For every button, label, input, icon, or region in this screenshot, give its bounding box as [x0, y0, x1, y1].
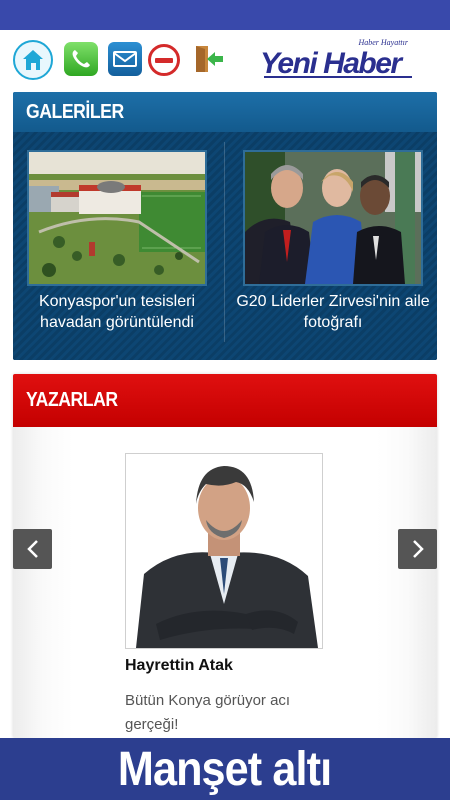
- status-bar: [0, 0, 450, 30]
- chevron-right-icon: [412, 540, 424, 558]
- author-photo[interactable]: [125, 453, 323, 649]
- carousel-next-button[interactable]: [398, 529, 437, 569]
- authors-carousel: Hayrettin Atak Bütün Konya görüyor acı g…: [13, 427, 437, 738]
- chevron-left-icon: [26, 540, 38, 558]
- gallery-thumbnail[interactable]: [243, 150, 423, 286]
- carousel-prev-button[interactable]: [13, 529, 52, 569]
- phone-icon[interactable]: [64, 42, 98, 76]
- authors-section: YAZARLAR Hayrettin Atak Bütün Konya görü…: [13, 374, 437, 738]
- exit-icon[interactable]: [192, 42, 226, 76]
- top-toolbar: Haber Hayattır Yeni Haber: [0, 30, 450, 92]
- authors-header: YAZARLAR: [13, 374, 437, 427]
- block-icon[interactable]: [148, 44, 180, 76]
- mail-icon[interactable]: [108, 42, 142, 76]
- logo-tagline: Haber Hayattır: [358, 38, 408, 47]
- home-icon[interactable]: [13, 40, 53, 80]
- author-excerpt[interactable]: Bütün Konya görüyor acı gerçeği!: [125, 689, 325, 737]
- bottom-banner[interactable]: Manşet altı: [0, 738, 450, 800]
- authors-title: YAZARLAR: [26, 389, 118, 411]
- gallery-item-konyaspor[interactable]: Konyaspor'un tesisleri havadan görüntüle…: [27, 150, 207, 333]
- gallery-caption[interactable]: G20 Liderler Zirvesi'nin aile fotoğrafı: [234, 291, 432, 333]
- logo-underline: [264, 76, 412, 78]
- gallery-item-g20[interactable]: G20 Liderler Zirvesi'nin aile fotoğrafı: [236, 150, 430, 333]
- galleries-title: GALERİLER: [26, 100, 124, 123]
- banner-text: Manşet altı: [118, 742, 332, 796]
- galleries-divider: [224, 142, 225, 342]
- gallery-caption[interactable]: Konyaspor'un tesisleri havadan görüntüle…: [18, 291, 216, 333]
- galleries-header: GALERİLER: [13, 92, 437, 132]
- gallery-thumbnail[interactable]: [27, 150, 207, 286]
- galleries-section: GALERİLER Konyaspor'un tesisleri havadan…: [13, 92, 437, 360]
- site-logo[interactable]: Haber Hayattır Yeni Haber: [258, 36, 418, 80]
- author-name[interactable]: Hayrettin Atak: [125, 657, 233, 675]
- galleries-body: Konyaspor'un tesisleri havadan görüntüle…: [13, 132, 437, 360]
